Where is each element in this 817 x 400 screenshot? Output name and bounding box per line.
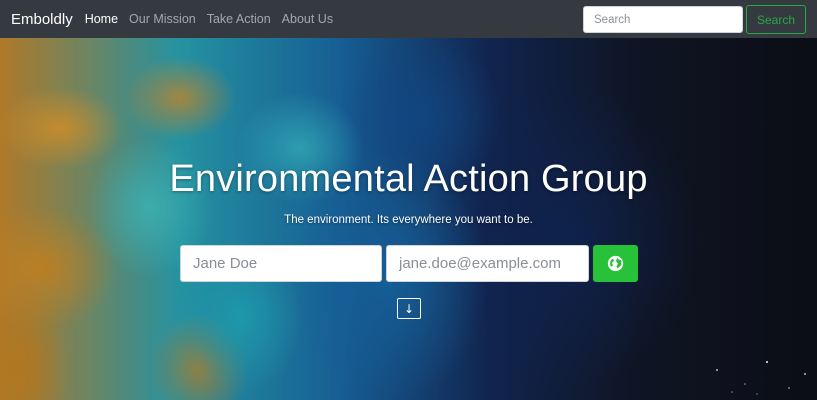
search-button[interactable]: Search xyxy=(746,5,806,34)
nav-link-home[interactable]: Home xyxy=(85,12,118,26)
email-input[interactable] xyxy=(386,245,589,282)
stars-decoration xyxy=(716,360,806,395)
nav-link-about-us[interactable]: About Us xyxy=(282,12,333,26)
hero-title: Environmental Action Group xyxy=(169,158,648,200)
nav-link-take-action[interactable]: Take Action xyxy=(207,12,271,26)
globe-icon xyxy=(607,255,624,272)
hero-section: Environmental Action Group The environme… xyxy=(0,38,817,400)
top-navbar: Emboldly Home Our Mission Take Action Ab… xyxy=(0,0,817,38)
hero-subtitle: The environment. Its everywhere you want… xyxy=(284,214,533,226)
scroll-down-button[interactable]: ↓ xyxy=(397,298,421,319)
submit-button[interactable] xyxy=(593,245,638,282)
search-input[interactable] xyxy=(583,6,743,33)
name-input[interactable] xyxy=(180,245,382,282)
brand-logo[interactable]: Emboldly xyxy=(11,11,73,28)
nav-link-our-mission[interactable]: Our Mission xyxy=(129,12,196,26)
arrow-down-icon: ↓ xyxy=(403,301,415,316)
